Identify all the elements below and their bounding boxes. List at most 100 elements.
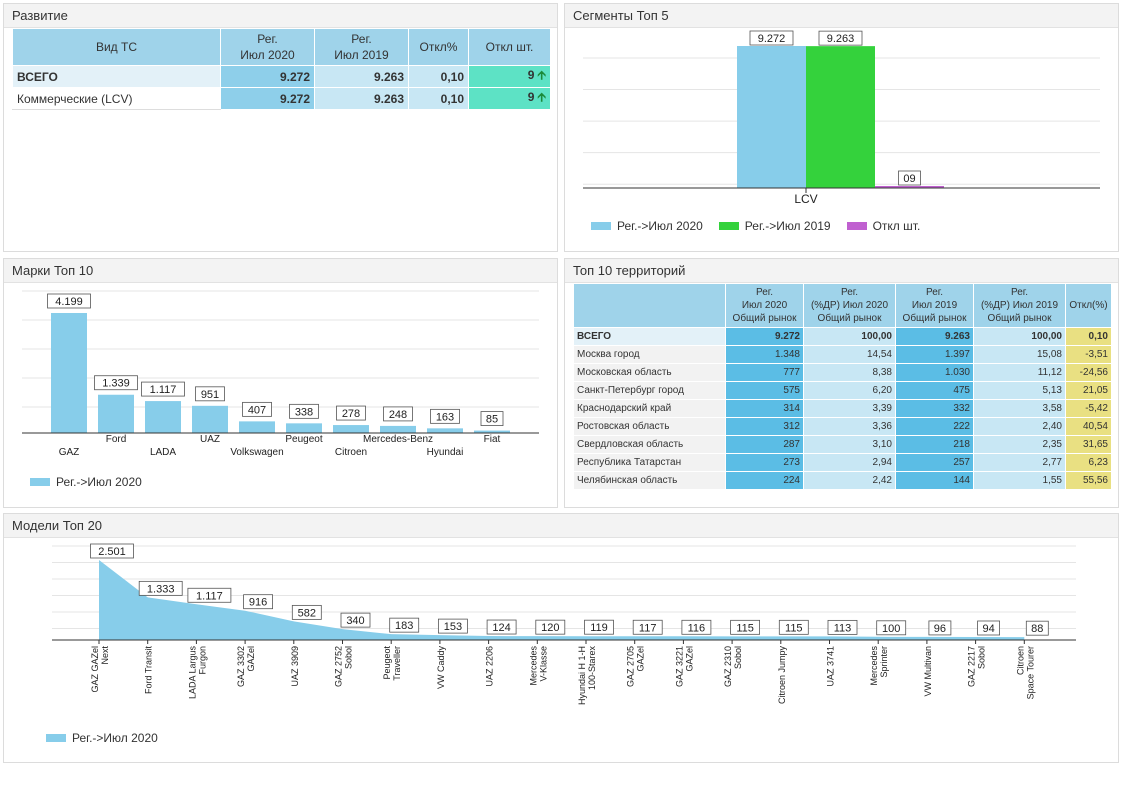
- table-row[interactable]: Москва город 1.348 14,54 1.397 15,08 -3,51: [573, 345, 1112, 364]
- table-cell: 314: [725, 399, 804, 418]
- table-row[interactable]: Ростовская область 312 3,36 222 2,40 40,54: [573, 417, 1112, 436]
- bar-3[interactable]: [192, 405, 228, 433]
- legend-label: Рег.->Июл 2020: [617, 219, 703, 233]
- column-header[interactable]: [573, 283, 726, 328]
- data-label-text: 9.272: [758, 33, 786, 45]
- x-tick-text: Mercedes: [528, 646, 538, 686]
- point-value-label: 183: [389, 617, 420, 633]
- x-tick-label: LADA Largus Furgon: [187, 646, 207, 700]
- data-label-text: 340: [346, 615, 364, 627]
- x-tick-label: Fiat: [484, 434, 501, 445]
- table-row[interactable]: Санкт-Петербург город 575 6,20 475 5,13 21,05: [573, 381, 1112, 400]
- header-diff-units[interactable]: Откл шт.: [468, 28, 551, 66]
- column-header[interactable]: Рег. Июл 2019 Общий рынок: [895, 283, 974, 328]
- table-cell: 11,12: [973, 363, 1066, 382]
- bar-value-label: 09: [898, 170, 921, 186]
- column-header[interactable]: Рег. (%ДР) Июл 2019 Общий рынок: [973, 283, 1066, 328]
- table-cell: 3,36: [803, 417, 896, 436]
- data-label-text: 9.263: [827, 33, 855, 45]
- x-tick-label: Citroen: [335, 447, 367, 458]
- table-cell: 224: [725, 471, 804, 490]
- x-tick-label: LCV: [794, 192, 817, 206]
- table-cell: 0,10: [1065, 327, 1112, 346]
- bar-value-label: 9.263: [818, 30, 863, 46]
- models-chart: 2.501 GAZ GAZel Next 1.333 Ford Transit 1.117…: [52, 543, 1076, 705]
- data-label-text: 115: [736, 622, 754, 634]
- header-reg-2020[interactable]: Рег. Июл 2020: [220, 28, 315, 66]
- cell-diff-pct: 0,10: [408, 87, 469, 110]
- header-diff-pct[interactable]: Откл%: [408, 28, 469, 66]
- bar-1[interactable]: [806, 46, 875, 188]
- table-row[interactable]: ВСЕГО 9.272 100,00 9.263 100,00 0,10: [573, 327, 1112, 346]
- header-vehicle-type[interactable]: Вид ТС: [12, 28, 221, 66]
- legend-label: Откл шт.: [872, 219, 921, 233]
- point-value-label: 96: [928, 620, 952, 636]
- bar-6[interactable]: [333, 425, 369, 433]
- legend-item[interactable]: Рег.->Июл 2020: [46, 731, 158, 745]
- table-row[interactable]: Челябинская область 224 2,42 144 1,55 55,56: [573, 471, 1112, 490]
- data-label-text: 88: [1031, 623, 1043, 635]
- table-row[interactable]: Коммерческие (LCV) 9.272 9.263 0,10 9 🡩: [12, 87, 551, 110]
- bar-4[interactable]: [239, 421, 275, 433]
- point-value-label: 916: [243, 594, 274, 610]
- table-cell: 575: [725, 381, 804, 400]
- header-reg-2019[interactable]: Рег. Июл 2019: [314, 28, 409, 66]
- table-cell: 1.030: [895, 363, 974, 382]
- table-row[interactable]: Московская область 777 8,38 1.030 11,12 -24,5…: [573, 363, 1112, 382]
- table-row[interactable]: Краснодарский край 314 3,39 332 3,58 -5,42: [573, 399, 1112, 418]
- point-value-label: 1.117: [187, 587, 232, 603]
- table-row[interactable]: Республика Татарстан 273 2,94 257 2,77 6,23: [573, 453, 1112, 472]
- row-label: Коммерческие (LCV): [12, 87, 221, 110]
- cell-diff-units: 9 🡩: [468, 65, 551, 88]
- column-header[interactable]: Откл(%): [1065, 283, 1112, 328]
- x-tick-text: UAZ 3741: [826, 646, 836, 687]
- x-tick-text: GAZel: [246, 646, 256, 672]
- bar-0[interactable]: [737, 46, 806, 188]
- x-tick-label: GAZ 2310 Sobol: [723, 646, 743, 687]
- bar-2[interactable]: [145, 401, 181, 433]
- bar-7[interactable]: [380, 425, 416, 433]
- x-tick-text: Citroen: [1015, 646, 1025, 675]
- legend-item[interactable]: Рег.->Июл 2019: [718, 219, 831, 233]
- data-label-text: 407: [248, 404, 266, 416]
- x-tick-label: Peugeot: [285, 434, 322, 445]
- point-value-label: 124: [486, 619, 517, 635]
- x-tick-text: Space Tourer: [1025, 646, 1035, 699]
- table-row[interactable]: ВСЕГО 9.272 9.263 0,10 9 🡩: [12, 65, 551, 88]
- segments-panel-title: Сегменты Топ 5: [565, 4, 1118, 28]
- data-label-text: 248: [389, 409, 407, 421]
- development-panel: Развитие Вид ТС Рег. Июл 2020 Рег. Июл 2…: [3, 3, 558, 252]
- data-label-text: 951: [201, 389, 219, 401]
- x-tick-text: Peugeot: [382, 646, 392, 680]
- x-tick-label: Ford Transit: [144, 646, 154, 695]
- point-value-label: 582: [291, 604, 322, 620]
- brands-legend: Рег.->Июл 2020: [30, 475, 158, 489]
- bar-1[interactable]: [98, 394, 134, 433]
- table-cell: 475: [895, 381, 974, 400]
- data-label-text: 1.117: [196, 590, 223, 602]
- data-label-text: 113: [834, 622, 852, 634]
- table-cell: 312: [725, 417, 804, 436]
- bar-0[interactable]: [51, 313, 87, 433]
- x-tick-text: Ford Transit: [144, 646, 154, 695]
- legend-item[interactable]: Рег.->Июл 2020: [30, 475, 142, 489]
- models-panel: Модели Топ 20 2.501 GAZ GAZel Next 1.333 For…: [3, 513, 1119, 763]
- legend-label: Рег.->Июл 2020: [56, 475, 142, 489]
- x-tick-text: GAZ 2705: [626, 646, 636, 687]
- models-panel-title: Модели Топ 20: [4, 514, 1118, 538]
- diff-value: 9: [527, 90, 535, 104]
- table-cell: 21,05: [1065, 381, 1112, 400]
- legend-swatch: [46, 734, 66, 742]
- legend-item[interactable]: Рег.->Июл 2020: [591, 219, 703, 233]
- row-label: Московская область: [573, 363, 726, 382]
- bar-8[interactable]: [427, 428, 463, 433]
- bar-value-label: 278: [336, 405, 366, 421]
- x-tick-label: Mercedes V-Klasse: [528, 646, 548, 686]
- table-row[interactable]: Свердловская область 287 3,10 218 2,35 31,65: [573, 435, 1112, 454]
- cell-reg-2020: 9.272: [220, 65, 315, 88]
- column-header[interactable]: Рег. (%ДР) Июл 2020 Общий рынок: [803, 283, 896, 328]
- legend-item[interactable]: Откл шт.: [846, 219, 921, 233]
- bar-5[interactable]: [286, 423, 322, 433]
- table-cell: -24,56: [1065, 363, 1112, 382]
- column-header[interactable]: Рег. Июл 2020 Общий рынок: [725, 283, 804, 328]
